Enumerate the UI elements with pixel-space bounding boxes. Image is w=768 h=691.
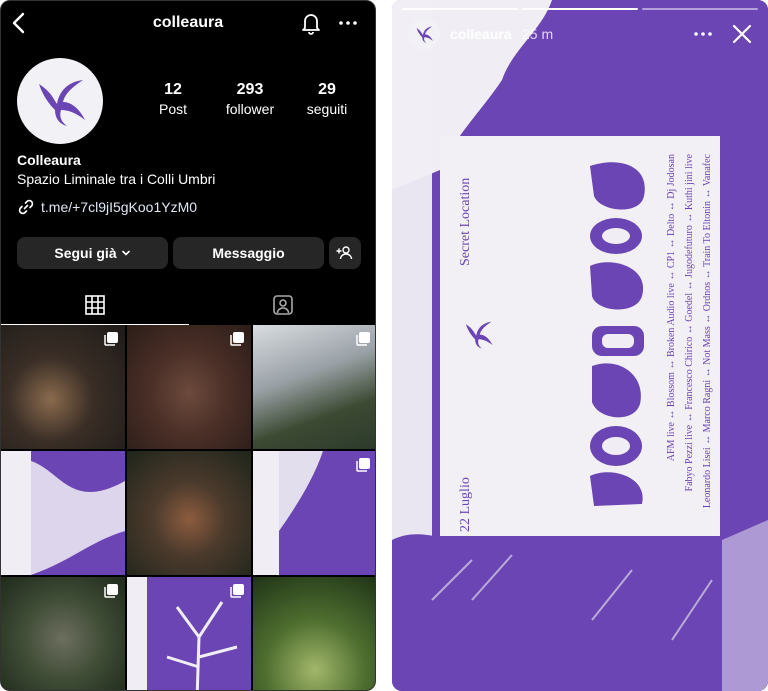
- poster-location: Secret Location: [458, 177, 473, 266]
- add-user-icon: [336, 246, 353, 260]
- story-progress: [402, 8, 758, 10]
- stat-value: 293: [236, 81, 264, 98]
- bio: Spazio Liminale tra i Colli Umbri: [17, 171, 216, 187]
- multi-post-icon: [230, 584, 244, 598]
- stat-value: 29: [318, 81, 336, 98]
- tagged-icon: [273, 295, 293, 315]
- following-button[interactable]: Segui già: [17, 237, 168, 269]
- forest-illustration: [1, 451, 125, 575]
- stat-label: follower: [225, 101, 275, 117]
- chevron-down-icon: [121, 250, 130, 256]
- stat-posts[interactable]: 12 Post: [135, 81, 211, 117]
- progress-segment: [642, 8, 758, 10]
- display-name: Colleaura: [17, 152, 81, 168]
- link-icon: [18, 199, 34, 215]
- progress-segment: [402, 8, 518, 10]
- tab-posts[interactable]: [1, 285, 189, 325]
- multi-post-icon: [230, 332, 244, 346]
- close-icon[interactable]: [730, 22, 754, 46]
- message-label: Messaggio: [212, 245, 285, 261]
- stat-following[interactable]: 29 seguiti: [289, 81, 365, 117]
- ornate-title-graphic: [590, 162, 645, 506]
- progress-segment: [522, 8, 638, 10]
- post-thumbnail[interactable]: [127, 325, 251, 449]
- lineup-line: Leonardo Lisei ↔ Marco Ragni ↔ Not Mass …: [702, 154, 713, 509]
- bell-icon[interactable]: [299, 11, 323, 35]
- following-label: Segui già: [54, 245, 117, 261]
- post-thumbnail[interactable]: [1, 451, 125, 575]
- profile-screen: colleaura 12 Post 293 follower 29 seguit…: [0, 0, 376, 691]
- add-user-button[interactable]: [329, 237, 361, 269]
- post-thumbnail[interactable]: [127, 451, 251, 575]
- stat-label: seguiti: [306, 101, 348, 117]
- top-bar: colleaura: [1, 1, 375, 45]
- multi-post-icon: [104, 332, 118, 346]
- post-thumbnail[interactable]: [1, 325, 125, 449]
- story-screen[interactable]: colleaura 25 m Secret Location 22 Luglio: [392, 0, 768, 691]
- post-thumbnail[interactable]: [127, 577, 251, 690]
- multi-post-icon: [356, 458, 370, 472]
- post-grid: [1, 325, 375, 690]
- profile-tabs: [1, 285, 375, 325]
- profile-stats: 12 Post 293 follower 29 seguiti: [135, 81, 365, 117]
- lineup: AFM live ↔ Blossom ↔ Broken Audio live ↔…: [666, 154, 720, 524]
- story-avatar[interactable]: [408, 18, 440, 50]
- story-time: 25 m: [522, 26, 554, 42]
- more-icon[interactable]: [692, 24, 714, 44]
- avatar[interactable]: [17, 58, 103, 144]
- poster-date: 22 Luglio: [458, 477, 473, 532]
- lineup-line: Fabyo Pezzi live ↔ Francesco Chirico ↔ G…: [684, 154, 695, 492]
- event-poster: Secret Location 22 Luglio AFM live ↔ Blo…: [440, 136, 720, 536]
- more-icon[interactable]: [337, 13, 359, 33]
- post-thumbnail[interactable]: [253, 451, 375, 575]
- multi-post-icon: [356, 332, 370, 346]
- stat-label: Post: [158, 101, 187, 117]
- post-thumbnail[interactable]: [253, 325, 375, 449]
- colleaura-logo-icon: [416, 26, 433, 43]
- colleaura-logo-icon: [465, 321, 493, 349]
- bio-link-text: t.me/+7cl9jI5gKoo1YzM0: [41, 199, 198, 215]
- stat-followers[interactable]: 293 follower: [212, 81, 288, 117]
- lineup-line: AFM live ↔ Blossom ↔ Broken Audio live ↔…: [666, 154, 677, 462]
- tab-tagged[interactable]: [189, 285, 375, 325]
- multi-post-icon: [104, 584, 118, 598]
- stat-value: 12: [164, 81, 182, 98]
- grid-icon: [85, 294, 105, 315]
- bio-link[interactable]: t.me/+7cl9jI5gKoo1YzM0: [17, 198, 197, 216]
- colleaura-logo-icon: [39, 80, 85, 126]
- post-thumbnail[interactable]: [1, 577, 125, 690]
- post-thumbnail[interactable]: [253, 577, 375, 690]
- message-button[interactable]: Messaggio: [173, 237, 324, 269]
- story-username[interactable]: colleaura: [450, 26, 511, 42]
